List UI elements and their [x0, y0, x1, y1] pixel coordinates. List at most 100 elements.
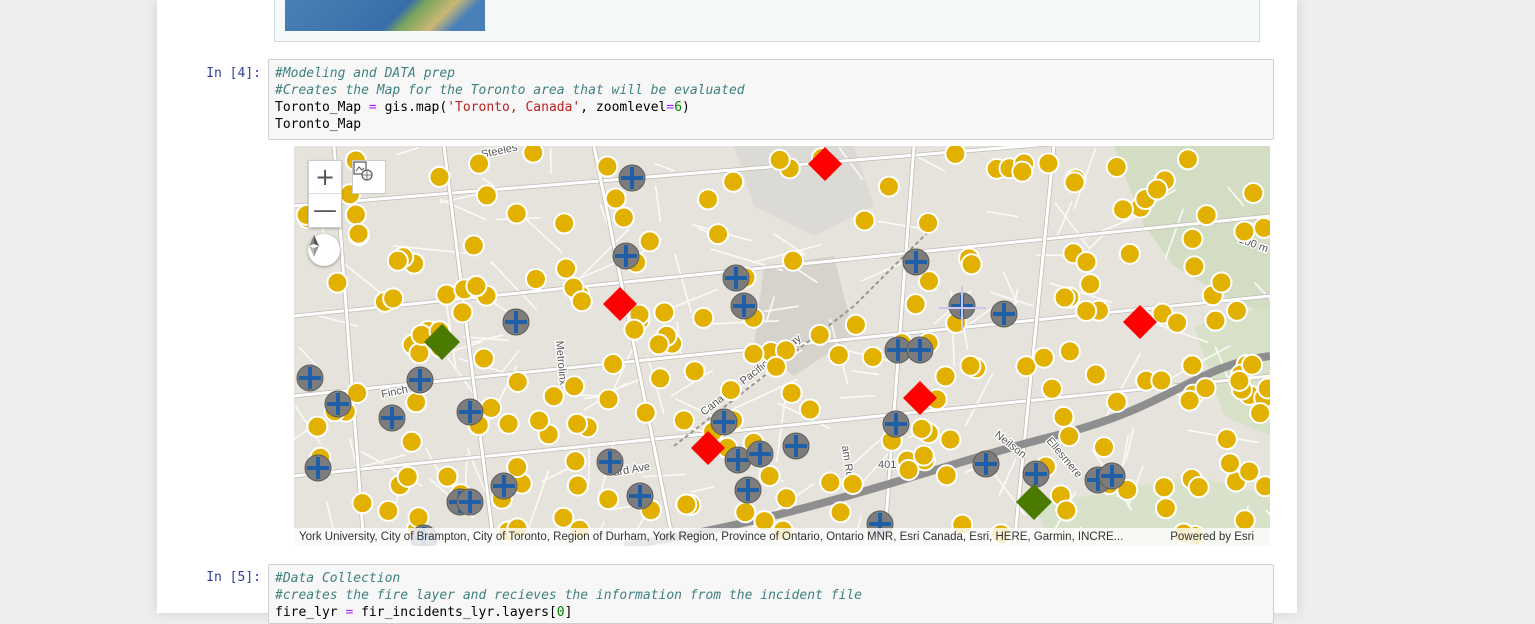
incident-marker — [568, 475, 588, 495]
incident-marker — [383, 288, 403, 308]
fire-station-cross-v — [984, 453, 988, 475]
incident-marker — [1217, 429, 1237, 449]
code-line: #creates the fire layer and recieves the… — [275, 587, 1267, 604]
incident-marker — [388, 251, 408, 271]
incident-marker — [1012, 162, 1032, 182]
zoom-out-button[interactable]: — — [309, 193, 341, 226]
incident-marker — [1034, 348, 1054, 368]
fire-station-cross-v — [746, 479, 750, 501]
incident-marker — [760, 466, 780, 486]
incident-marker — [464, 235, 484, 255]
fire-station-cross-v — [308, 367, 312, 389]
incident-marker — [553, 508, 573, 528]
incident-marker — [481, 398, 501, 418]
incident-marker — [1107, 157, 1127, 177]
zoom-control: + — — [308, 160, 342, 228]
map-widget[interactable]: SteelesFinchCanadian Pacific Railwayard … — [294, 146, 1270, 546]
code-cell[interactable]: #Data Collection #creates the fire layer … — [268, 564, 1274, 624]
code-line: #Data Collection — [275, 570, 1267, 587]
incident-marker — [526, 269, 546, 289]
incident-marker — [723, 172, 743, 192]
incident-marker — [912, 419, 932, 439]
fire-station-cross-v — [914, 251, 918, 273]
fire-station-cross-v — [742, 295, 746, 317]
incident-marker — [507, 203, 527, 223]
incident-marker — [346, 205, 366, 225]
incident-marker — [1167, 313, 1187, 333]
code-token: ) — [682, 100, 690, 115]
incident-marker — [1076, 252, 1096, 272]
fire-station-cross-v — [1110, 465, 1114, 487]
zoom-in-icon: + — [315, 163, 335, 191]
incident-marker — [499, 414, 519, 434]
incident-marker — [1151, 371, 1171, 391]
incident-marker — [843, 474, 863, 494]
incident-marker — [1211, 272, 1231, 292]
incident-marker — [1254, 218, 1270, 238]
code-cell[interactable]: #Modeling and DATA prep#Creates the Map … — [268, 59, 1274, 140]
incident-marker — [945, 146, 965, 164]
powered-by-esri[interactable]: Powered by Esri — [1170, 528, 1254, 546]
incident-marker — [831, 502, 851, 522]
fire-station-cross-v — [390, 407, 394, 429]
fire-station-cross-v — [336, 393, 340, 415]
attribution-text: York University, City of Brampton, City … — [299, 531, 1123, 543]
incident-marker — [1205, 311, 1225, 331]
zoom-in-button[interactable]: + — [309, 161, 341, 193]
incident-marker — [914, 446, 934, 466]
incident-marker — [402, 432, 422, 452]
incident-marker — [597, 157, 617, 177]
incident-marker — [565, 451, 585, 471]
incident-marker — [1220, 453, 1240, 473]
cell-prompt: In [5]: — [201, 570, 261, 585]
fire-station-cross-v — [758, 443, 762, 465]
incident-marker — [1042, 379, 1062, 399]
incident-marker — [1156, 498, 1176, 518]
incident-marker — [962, 254, 982, 274]
fire-station-cross-v — [1034, 463, 1038, 485]
code-token: 6 — [674, 100, 682, 115]
incident-marker — [1113, 199, 1133, 219]
incident-marker — [1147, 179, 1167, 199]
compass-button[interactable] — [308, 234, 340, 266]
incident-marker — [899, 460, 919, 480]
incident-marker — [1184, 256, 1204, 276]
incident-marker — [1183, 229, 1203, 249]
incident-marker — [649, 334, 669, 354]
incident-marker — [906, 294, 926, 314]
code-line: Toronto_Map — [275, 116, 1267, 133]
basemap-gallery-button[interactable] — [352, 160, 386, 194]
incident-marker — [676, 494, 696, 514]
code-line: Toronto_Map = gis.map('Toronto, Canada',… — [275, 99, 1267, 116]
incident-marker — [1178, 149, 1198, 169]
incident-marker — [766, 357, 786, 377]
code-line: #Creates the Map for the Toronto area th… — [275, 82, 1267, 99]
incident-marker — [744, 344, 764, 364]
incident-marker — [879, 177, 899, 197]
fire-station-cross-v — [514, 311, 518, 333]
incident-marker — [650, 368, 670, 388]
fire-station-cross-v — [468, 401, 472, 423]
code-token: #Modeling and DATA prep — [275, 66, 455, 81]
code-token: = — [369, 100, 377, 115]
incident-marker — [349, 224, 369, 244]
fire-station-cross-v — [624, 245, 628, 267]
previous-map-thumbnail — [285, 0, 485, 31]
code-token: #creates the fire layer and recieves the… — [275, 588, 862, 603]
code-line: #Modeling and DATA prep — [275, 65, 1267, 82]
incident-marker — [477, 185, 497, 205]
incident-marker — [398, 467, 418, 487]
incident-marker — [452, 302, 472, 322]
incident-marker — [810, 325, 830, 345]
incident-marker — [698, 189, 718, 209]
incident-marker — [1056, 501, 1076, 521]
incident-marker — [1182, 355, 1202, 375]
incident-marker — [1239, 462, 1259, 482]
map-canvas[interactable]: SteelesFinchCanadian Pacific Railwayard … — [294, 146, 1270, 546]
incident-marker — [474, 348, 494, 368]
code-token: #Data Collection — [275, 571, 400, 586]
incident-marker — [624, 320, 644, 340]
fire-station-cross-v — [794, 435, 798, 457]
incident-marker — [606, 189, 626, 209]
incident-marker — [409, 507, 429, 527]
